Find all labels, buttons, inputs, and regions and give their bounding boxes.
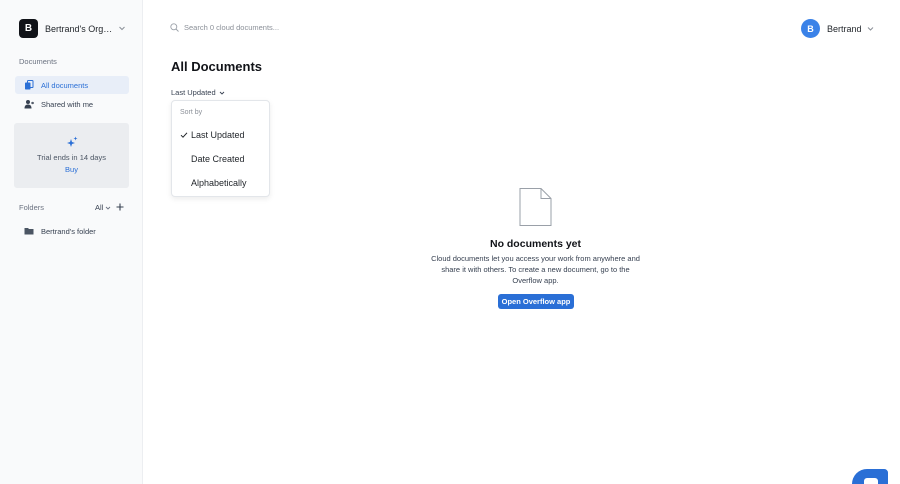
user-name: Bertrand [827, 23, 862, 34]
sort-menu-label: Sort by [180, 109, 203, 116]
avatar: B [801, 19, 820, 38]
search-input[interactable] [184, 23, 344, 32]
add-folder-icon[interactable] [116, 203, 124, 211]
documents-icon [25, 80, 34, 90]
chevron-down-icon [867, 27, 873, 31]
folders-filter[interactable]: All [95, 203, 111, 212]
documents-section-label: Documents [19, 57, 57, 66]
sidebar-item-folder[interactable]: Bertrand's folder [15, 222, 129, 240]
sidebar: B Bertrand's Organization Documents All … [0, 0, 143, 484]
shared-user-icon [24, 100, 34, 109]
sort-menu: Sort by Last Updated Date Created Alphab… [171, 100, 270, 197]
trial-card: Trial ends in 14 days Buy [14, 123, 129, 188]
chevron-down-icon [106, 206, 111, 210]
chevron-down-icon [119, 26, 125, 31]
org-avatar: B [19, 19, 38, 38]
chat-widget-button[interactable] [852, 469, 888, 484]
folders-filter-label: All [95, 203, 104, 212]
check-icon [180, 132, 188, 138]
buy-link[interactable]: Buy [14, 165, 129, 174]
search-bar [170, 23, 344, 32]
sort-option-alphabetically[interactable]: Alphabetically [172, 173, 271, 193]
empty-document-icon [519, 188, 552, 226]
sort-option-label: Last Updated [191, 130, 245, 140]
trial-text: Trial ends in 14 days [37, 153, 106, 162]
user-menu[interactable]: B Bertrand [801, 19, 874, 38]
org-name: Bertrand's Organization [45, 23, 115, 34]
sidebar-item-label: All documents [41, 80, 89, 90]
chat-icon [864, 478, 878, 484]
sparkle-icon [67, 136, 78, 147]
sort-current-label: Last Updated [171, 88, 216, 97]
sort-dropdown-toggle[interactable]: Last Updated [171, 88, 225, 97]
org-switcher[interactable]: B Bertrand's Organization [19, 19, 125, 38]
sidebar-item-label: Shared with me [41, 99, 94, 109]
sort-option-label: Date Created [191, 154, 245, 164]
search-icon [170, 23, 179, 32]
sort-option-label: Alphabetically [191, 178, 247, 188]
sort-option-date-created[interactable]: Date Created [172, 149, 271, 169]
chevron-down-icon [219, 91, 224, 95]
open-overflow-app-button[interactable]: Open Overflow app [498, 294, 574, 309]
sidebar-item-label: Bertrand's folder [41, 226, 96, 236]
folder-icon [24, 228, 34, 235]
empty-state-description: Cloud documents let you access your work… [431, 254, 640, 285]
sidebar-item-all-documents[interactable]: All documents [15, 76, 129, 94]
folders-section-label: Folders [19, 203, 45, 212]
sort-option-last-updated[interactable]: Last Updated [172, 125, 271, 145]
sidebar-item-shared-with-me[interactable]: Shared with me [15, 95, 129, 113]
empty-state-title: No documents yet [489, 238, 581, 250]
page-title: All Documents [171, 59, 263, 74]
